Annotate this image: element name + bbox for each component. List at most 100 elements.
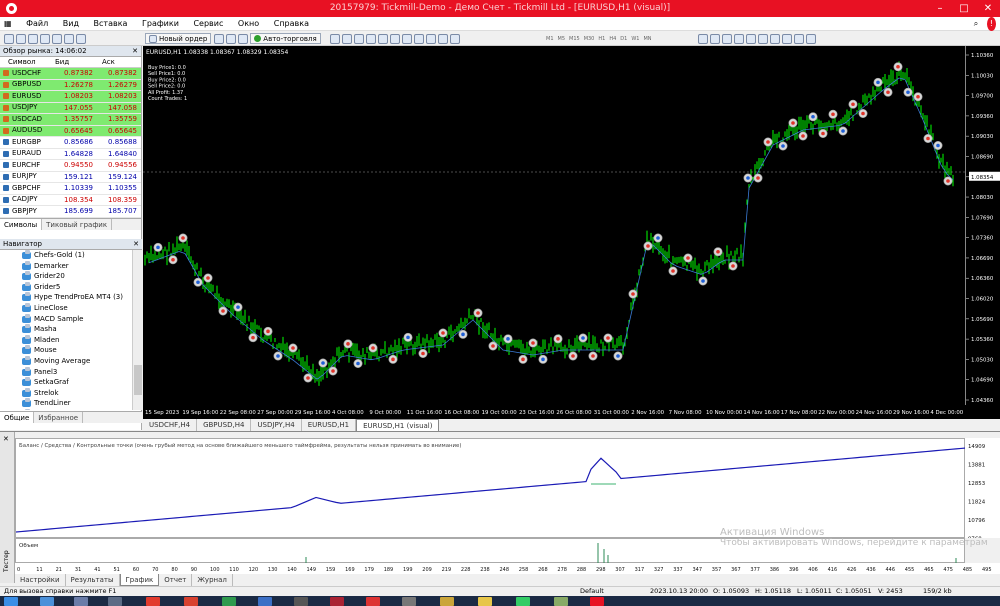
quote-row[interactable]: EURAUD 1.64828 1.64840 <box>0 149 141 160</box>
price-axis[interactable]: 1.10360 1.10030 1.09700 1.09360 1.09030 1.086… <box>965 46 1000 419</box>
tab-common[interactable]: Общие <box>0 412 35 423</box>
quote-row[interactable]: USDCAD 1.35757 1.35759 <box>0 114 141 126</box>
minimize-button[interactable]: – <box>928 0 952 17</box>
taskbar-app-icon[interactable] <box>146 597 160 606</box>
timeframe-w1[interactable]: W1 <box>631 36 639 42</box>
text-icon[interactable] <box>782 33 792 44</box>
quote-row[interactable]: CADJPY 108.354 108.359 <box>0 195 141 206</box>
market-icon[interactable] <box>238 33 249 44</box>
timeframe-m1[interactable]: M1 <box>546 36 554 42</box>
menu-window[interactable]: Окно <box>232 17 265 31</box>
zoom-out-icon[interactable] <box>378 33 388 44</box>
line-chart-icon[interactable] <box>354 33 364 44</box>
navigator-item[interactable]: TrendLiner <box>0 398 131 409</box>
navigator-item[interactable]: Strelok <box>0 387 131 399</box>
tab-journal[interactable]: Журнал <box>192 574 233 586</box>
menu-charts[interactable]: Графики <box>136 17 185 31</box>
timeframe-mn[interactable]: MN <box>643 36 651 42</box>
price-chart-canvas[interactable]: EURUSD,H1 1.08338 1.08367 1.08329 1.0835… <box>143 46 965 419</box>
taskbar-app-icon[interactable] <box>330 597 344 606</box>
menu-view[interactable]: Вид <box>57 17 85 31</box>
chart-window-icon[interactable]: ▦ <box>0 17 18 31</box>
navigator-item[interactable]: Chefs-Gold (1) <box>0 250 131 261</box>
signals-icon[interactable] <box>226 33 237 44</box>
zoom-in-icon[interactable] <box>366 33 376 44</box>
taskbar-app-icon[interactable] <box>222 597 236 606</box>
tab-results[interactable]: Результаты <box>66 574 120 586</box>
close-button[interactable]: ✕ <box>976 0 1000 17</box>
tab-report[interactable]: Отчет <box>159 574 193 586</box>
tab-settings[interactable]: Настройки <box>15 574 66 586</box>
data-window-icon[interactable] <box>40 33 50 44</box>
tab-usdchf-h4[interactable]: USDCHF,H4 <box>143 419 198 431</box>
taskbar-app-icon[interactable] <box>440 597 454 606</box>
col-bid[interactable]: Бид <box>47 57 94 67</box>
quote-row[interactable]: EURUSD 1.08203 1.08203 <box>0 91 141 103</box>
menu-insert[interactable]: Вставка <box>88 17 134 31</box>
quote-row[interactable]: USDJPY 147.055 147.058 <box>0 102 141 114</box>
timeframe-h4[interactable]: H4 <box>609 36 616 42</box>
text-label-icon[interactable] <box>794 33 804 44</box>
timeframe-m15[interactable]: M15 <box>569 36 580 42</box>
taskbar-app-icon[interactable] <box>294 597 308 606</box>
start-icon[interactable] <box>4 597 18 606</box>
tab-symbols[interactable]: Символы <box>0 218 43 230</box>
tab-favorites[interactable]: Избранное <box>34 412 84 423</box>
navigator-item[interactable]: Masha <box>0 324 131 335</box>
bar-chart-icon[interactable] <box>330 33 340 44</box>
scrollbar-thumb[interactable] <box>134 365 142 395</box>
tab-usdjpy-h4[interactable]: USDJPY,H4 <box>251 419 302 431</box>
notification-badge-icon[interactable]: ! <box>986 17 996 31</box>
close-icon[interactable]: ✕ <box>3 435 9 443</box>
menu-file[interactable]: Файл <box>20 17 54 31</box>
taskbar-app-icon[interactable] <box>478 597 492 606</box>
status-profile[interactable]: Default <box>580 587 604 596</box>
autotrading-button[interactable]: Авто-торговля <box>250 33 321 44</box>
taskbar-app-icon[interactable] <box>40 597 54 606</box>
tab-tick-chart[interactable]: Тиковый график <box>42 218 113 230</box>
navigator-item[interactable]: SetkaGraf <box>0 377 131 388</box>
new-chart-icon[interactable] <box>4 33 14 44</box>
navigator-item[interactable]: Panel3 <box>0 366 131 378</box>
quote-row[interactable]: GBPCHF 1.10339 1.10355 <box>0 183 141 195</box>
templates-icon[interactable] <box>450 33 460 44</box>
navigator-item[interactable]: Ugol <box>0 408 131 410</box>
balance-chart[interactable]: Баланс / Средства / Контрольные точки (о… <box>15 438 967 538</box>
market-watch-icon[interactable] <box>28 33 38 44</box>
tab-gbpusd-h4[interactable]: GBPUSD,H4 <box>197 419 252 431</box>
quote-row[interactable]: EURJPY 159.121 159.124 <box>0 172 141 183</box>
indicators-icon[interactable] <box>426 33 436 44</box>
taskbar-app-icon[interactable] <box>516 597 530 606</box>
equidistant-channel-icon[interactable] <box>758 33 768 44</box>
chart-shift-icon[interactable] <box>414 33 424 44</box>
cursor-icon[interactable] <box>698 33 708 44</box>
taskbar-app-icon[interactable] <box>108 597 122 606</box>
vertical-line-icon[interactable] <box>722 33 732 44</box>
navigator-item[interactable]: MACD Sample <box>0 313 131 325</box>
close-icon[interactable]: ✕ <box>133 239 139 250</box>
fibonacci-icon[interactable] <box>770 33 780 44</box>
trendline-icon[interactable] <box>746 33 756 44</box>
arrows-icon[interactable] <box>806 33 816 44</box>
taskbar-app-icon[interactable] <box>258 597 272 606</box>
col-symbol[interactable]: Символ <box>0 57 47 67</box>
quote-row[interactable]: AUDUSD 0.65645 0.65645 <box>0 125 141 137</box>
taskbar-app-icon[interactable] <box>366 597 380 606</box>
terminal-icon[interactable] <box>64 33 74 44</box>
quote-row[interactable]: USDCHF 0.87382 0.87382 <box>0 68 141 80</box>
navigator-item[interactable]: Mladen <box>0 334 131 346</box>
quote-row[interactable]: GBPJPY 185.699 185.707 <box>0 206 141 218</box>
navigator-item[interactable]: LineClose <box>0 302 131 314</box>
navigator-item[interactable]: Grider20 <box>0 271 131 282</box>
timeframe-d1[interactable]: D1 <box>620 36 627 42</box>
taskbar-app-icon[interactable] <box>184 597 198 606</box>
navigator-item[interactable]: Moving Average <box>0 355 131 367</box>
navigator-icon[interactable] <box>52 33 62 44</box>
menu-tools[interactable]: Сервис <box>187 17 229 31</box>
timeframe-h1[interactable]: H1 <box>598 36 605 42</box>
candlestick-icon[interactable] <box>342 33 352 44</box>
taskbar-app-icon[interactable] <box>402 597 416 606</box>
crosshair-icon[interactable] <box>710 33 720 44</box>
horizontal-line-icon[interactable] <box>734 33 744 44</box>
navigator-scrollbar[interactable] <box>132 250 142 410</box>
